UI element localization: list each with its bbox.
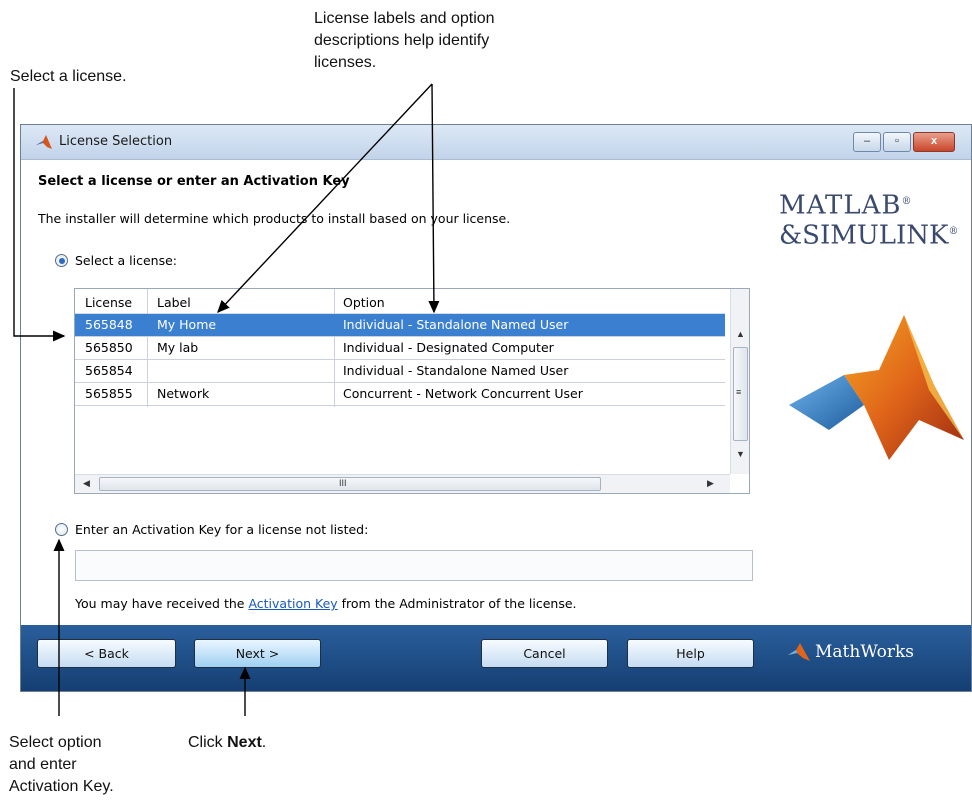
scroll-thumb[interactable] xyxy=(99,477,601,491)
scroll-down-arrow-icon[interactable]: ▼ xyxy=(736,449,745,459)
mathworks-logo: MathWorks xyxy=(787,642,914,662)
table-row[interactable]: 565855 Network Concurrent - Network Conc… xyxy=(75,383,725,406)
button-bar: < Back Next > Cancel Help MathWorks xyxy=(21,625,971,691)
vertical-scrollbar[interactable]: ▲ ≡ ▼ xyxy=(730,289,749,474)
cell-option: Individual - Standalone Named User xyxy=(343,317,569,332)
callout-license-labels: License labels and option descriptions h… xyxy=(314,8,495,74)
logo-word: &SIMULINK xyxy=(779,220,949,251)
logo-reg: ® xyxy=(901,196,913,207)
radio-button-selected[interactable] xyxy=(55,254,68,267)
cell-option: Individual - Standalone Named User xyxy=(343,363,569,378)
page-description: The installer will determine which produ… xyxy=(38,211,511,226)
cell-license: 565855 xyxy=(85,386,133,401)
minimize-button[interactable]: – xyxy=(853,132,881,152)
horizontal-scrollbar[interactable]: ◀ III ▶ xyxy=(75,474,730,493)
activation-key-note: You may have received the Activation Key… xyxy=(75,596,577,611)
callout-line: and enter xyxy=(9,756,77,773)
radio-button[interactable] xyxy=(55,523,68,536)
matlab-icon xyxy=(36,135,52,149)
dialog-content: Select a license or enter an Activation … xyxy=(21,160,971,625)
callout-line: Select option xyxy=(9,734,102,751)
radio-label: Select a license: xyxy=(75,253,178,268)
help-button[interactable]: Help xyxy=(627,639,754,668)
table-row[interactable]: 565854 Individual - Standalone Named Use… xyxy=(75,360,725,383)
table-row[interactable]: 565850 My lab Individual - Designated Co… xyxy=(75,337,725,360)
activation-key-link[interactable]: Activation Key xyxy=(248,596,337,611)
note-text: You may have received the xyxy=(75,596,249,611)
table-header: License Label Option xyxy=(75,289,725,314)
callout-line: License labels and option xyxy=(314,10,495,27)
scroll-grip-icon: ≡ xyxy=(736,387,742,397)
column-header-label[interactable]: Label xyxy=(157,295,191,310)
column-header-license[interactable]: License xyxy=(85,295,132,310)
logo-matlab-text: MATLAB® xyxy=(779,188,958,220)
license-table: License Label Option 565848 My Home Indi… xyxy=(74,288,750,494)
window-title: License Selection xyxy=(59,134,173,149)
cell-option: Individual - Designated Computer xyxy=(343,340,554,355)
cell-label: My lab xyxy=(157,340,199,355)
callout-click-next: Click Next. xyxy=(188,732,266,754)
radio-select-license[interactable]: Select a license: xyxy=(55,253,177,268)
next-button[interactable]: Next > xyxy=(194,639,321,668)
license-selection-window: License Selection – ▫ x Select a license… xyxy=(20,124,972,692)
callout-select-license: Select a license. xyxy=(10,68,127,85)
mathworks-text: MathWorks xyxy=(815,642,915,662)
logo-word: MATLAB xyxy=(779,190,902,221)
callout-line: licenses. xyxy=(314,54,377,71)
radio-label: Enter an Activation Key for a license no… xyxy=(75,522,369,537)
mathworks-membrane-icon xyxy=(788,643,810,661)
back-button[interactable]: < Back xyxy=(37,639,176,668)
radio-activation-key[interactable]: Enter an Activation Key for a license no… xyxy=(55,522,368,537)
scroll-grip-icon: III xyxy=(339,478,347,488)
scroll-right-arrow-icon[interactable]: ▶ xyxy=(707,478,714,489)
cell-license: 565850 xyxy=(85,340,133,355)
table-row[interactable]: 565848 My Home Individual - Standalone N… xyxy=(75,314,725,337)
cell-option: Concurrent - Network Concurrent User xyxy=(343,386,583,401)
cell-license: 565848 xyxy=(85,317,133,332)
page-title: Select a license or enter an Activation … xyxy=(38,174,350,189)
activation-key-input[interactable] xyxy=(75,550,753,581)
callout-text: Click xyxy=(188,734,228,751)
cell-license: 565854 xyxy=(85,363,133,378)
scroll-up-arrow-icon[interactable]: ▲ xyxy=(736,329,745,339)
column-header-option[interactable]: Option xyxy=(343,295,385,310)
cell-label: Network xyxy=(157,386,210,401)
close-button[interactable]: x xyxy=(913,132,955,152)
title-bar: License Selection – ▫ x xyxy=(21,125,971,160)
matlab-simulink-logo: MATLAB® &SIMULINK® xyxy=(779,188,958,249)
scroll-left-arrow-icon[interactable]: ◀ xyxy=(83,478,90,489)
cell-label: My Home xyxy=(157,317,217,332)
maximize-button[interactable]: ▫ xyxy=(883,132,911,152)
callout-select-option: Select option and enter Activation Key. xyxy=(9,732,114,798)
callout-line: Activation Key. xyxy=(9,778,114,795)
callout-bold: Next xyxy=(227,734,262,751)
cancel-button[interactable]: Cancel xyxy=(481,639,608,668)
callout-text: . xyxy=(261,734,267,751)
callout-line: descriptions help identify xyxy=(314,32,490,49)
logo-simulink-text: &SIMULINK® xyxy=(779,220,958,248)
logo-reg: ® xyxy=(948,225,959,237)
membrane-logo-icon xyxy=(789,315,964,460)
note-text: from the Administrator of the license. xyxy=(337,596,577,611)
